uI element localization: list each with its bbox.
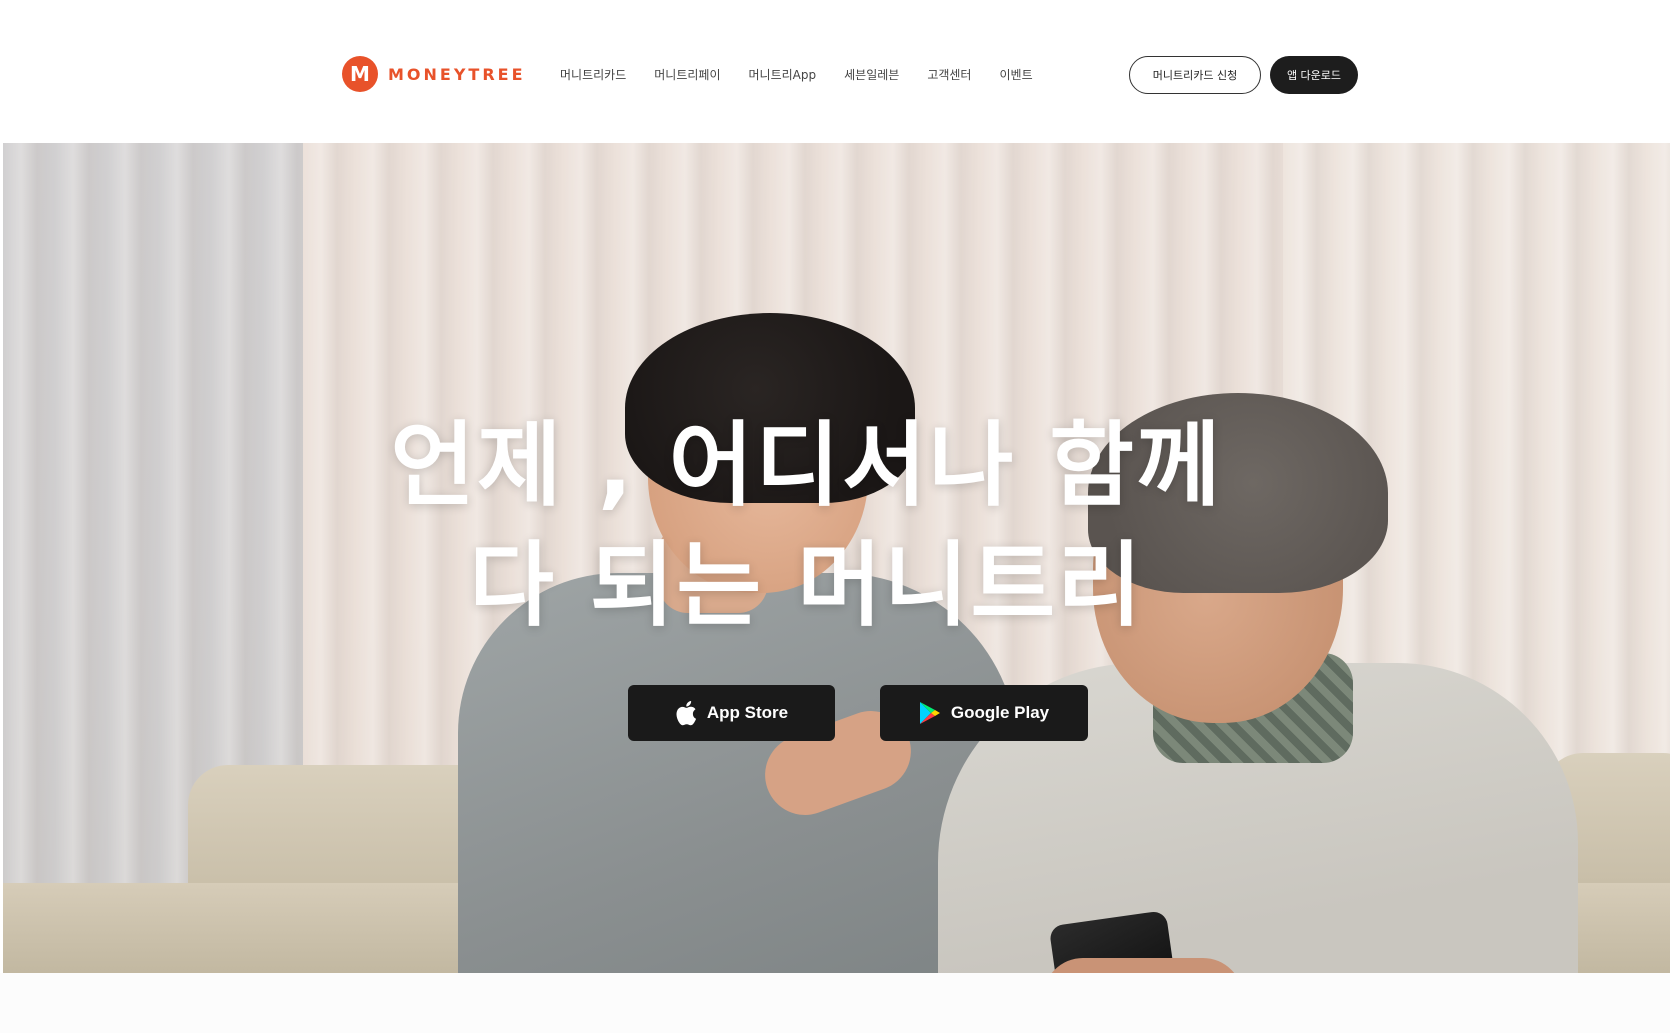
older-man-hand: [1043, 958, 1243, 973]
apple-icon: [675, 700, 697, 726]
nav-item-seven-eleven[interactable]: 세븐일레븐: [844, 66, 899, 83]
nav-item-app[interactable]: 머니트리App: [749, 66, 817, 83]
hero-headline-line2: 다 되는 머니트리: [469, 532, 1144, 639]
google-play-button[interactable]: Google Play: [880, 685, 1088, 741]
nav-item-support[interactable]: 고객센터: [927, 66, 971, 83]
google-play-label: Google Play: [950, 703, 1050, 722]
google-play-icon: [919, 701, 941, 725]
card-apply-button[interactable]: 머니트리카드 신청: [1129, 56, 1261, 94]
app-store-label: App Store: [706, 703, 789, 722]
app-store-button[interactable]: App Store: [628, 685, 835, 741]
nav-item-event[interactable]: 이벤트: [999, 66, 1032, 83]
nav-item-pay[interactable]: 머니트리페이: [654, 66, 720, 83]
hero-banner: 언제 , 어디서나 함께 다 되는 머니트리 App Store Google …: [3, 143, 1670, 973]
main-nav: 머니트리카드 머니트리페이 머니트리App 세븐일레븐 고객센터 이벤트: [560, 62, 1033, 86]
nav-item-card[interactable]: 머니트리카드: [560, 66, 626, 83]
moneytree-logo[interactable]: M MONEYTREE: [342, 56, 526, 92]
site-header: M MONEYTREE 머니트리카드 머니트리페이 머니트리App 세븐일레븐 …: [0, 0, 1670, 143]
hero-headline-line1: 언제 , 어디서나 함께: [390, 412, 1223, 519]
app-download-button[interactable]: 앱 다운로드: [1270, 56, 1358, 94]
section-divider: [0, 973, 1670, 1033]
logo-mark-icon: M: [342, 56, 378, 92]
logo-text: MONEYTREE: [388, 64, 526, 84]
